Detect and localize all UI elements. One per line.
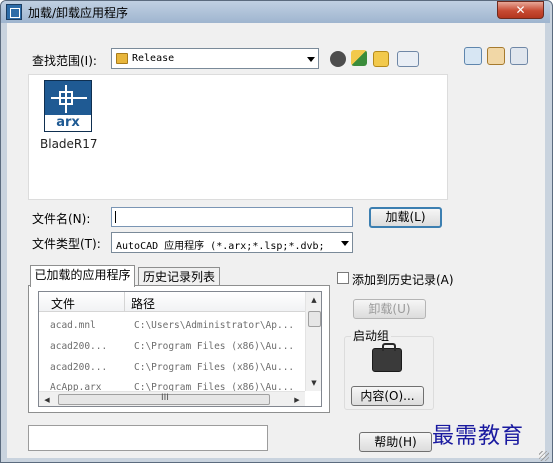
filename-input[interactable]: [111, 207, 353, 227]
search-icon[interactable]: [464, 47, 482, 65]
arx-icon-text: arx: [45, 115, 91, 131]
arx-file-icon[interactable]: arx: [44, 80, 92, 132]
startup-suite-label: 启动组: [351, 327, 392, 344]
chevron-down-icon: [341, 241, 349, 246]
list-item-file: AcApp.arx: [50, 382, 102, 391]
status-field: [28, 425, 268, 451]
resize-grip-icon[interactable]: [539, 451, 549, 461]
filetype-value: AutoCAD 应用程序 (*.arx;*.lsp;*.dvb;: [116, 241, 325, 252]
help-button[interactable]: 帮助(H): [359, 432, 432, 452]
text-caret: [115, 211, 116, 223]
appload-icon: [6, 4, 22, 20]
new-folder-icon[interactable]: [373, 51, 389, 67]
column-header-path[interactable]: 路径: [131, 295, 155, 312]
filetype-combo[interactable]: AutoCAD 应用程序 (*.arx;*.lsp;*.dvb;: [111, 232, 353, 253]
list-item-path: C:\Program Files (x86)\Au...: [134, 382, 295, 391]
list-item-path: C:\Users\Administrator\Ap...: [134, 320, 295, 331]
views-icon[interactable]: [397, 51, 419, 67]
column-header-file[interactable]: 文件: [51, 295, 75, 312]
watermark-text: 最需教育: [432, 424, 525, 449]
arx-cross-h: [51, 97, 87, 99]
list-item-file: acad200...: [50, 362, 108, 373]
lookin-combo[interactable]: Release: [111, 48, 319, 69]
column-separator[interactable]: [124, 292, 125, 312]
vertical-scrollbar[interactable]: ▲ ▼: [305, 292, 321, 391]
chevron-down-icon: [307, 57, 315, 62]
tab-loaded-apps[interactable]: 已加载的应用程序: [30, 265, 135, 287]
up-folder-icon[interactable]: [351, 50, 367, 66]
arx-cross-v: [65, 85, 67, 113]
list-item-file: acad.mnl: [50, 320, 96, 331]
contents-button[interactable]: 内容(O)...: [351, 386, 424, 406]
filename-label: 文件名(N):: [32, 212, 91, 226]
briefcase-icon: [372, 343, 402, 372]
lookin-value: Release: [132, 53, 175, 64]
scroll-right-icon[interactable]: ▶: [289, 392, 305, 406]
back-icon[interactable]: [330, 51, 346, 67]
list-item[interactable]: acad200... C:\Program Files (x86)\Au...: [39, 337, 305, 357]
list-item[interactable]: acad200... C:\Program Files (x86)\Au...: [39, 358, 305, 378]
list-item-file: acad200...: [50, 341, 108, 352]
scroll-left-icon[interactable]: ◀: [39, 392, 55, 406]
file-item-label[interactable]: BladeR17: [40, 137, 98, 151]
add-to-history-checkbox[interactable]: [337, 272, 349, 284]
tab-history-list[interactable]: 历史记录列表: [138, 267, 220, 287]
tools-icon[interactable]: [510, 47, 528, 65]
unload-button[interactable]: 卸载(U): [353, 299, 426, 319]
scroll-grip-icon: III: [161, 393, 169, 403]
list-item[interactable]: acad.mnl C:\Users\Administrator\Ap...: [39, 316, 305, 336]
list-item-path: C:\Program Files (x86)\Au...: [134, 341, 295, 352]
loaded-apps-list[interactable]: 文件 路径 acad.mnl C:\Users\Administrator\Ap…: [38, 291, 322, 407]
list-item-path: C:\Program Files (x86)\Au...: [134, 362, 295, 373]
lookin-label: 查找范围(I):: [32, 54, 97, 68]
window-title: 加载/卸载应用程序: [28, 6, 129, 20]
scroll-up-icon[interactable]: ▲: [306, 292, 321, 308]
load-button[interactable]: 加载(L): [369, 207, 442, 228]
folder-icon: [116, 53, 128, 64]
list-item[interactable]: AcApp.arx C:\Program Files (x86)\Au...: [39, 378, 305, 391]
vertical-scroll-thumb[interactable]: [308, 311, 321, 327]
add-to-history-label[interactable]: 添加到历史记录(A): [352, 271, 454, 288]
scroll-down-icon[interactable]: ▼: [306, 375, 321, 391]
filetype-label: 文件类型(T):: [32, 237, 101, 251]
horizontal-scrollbar[interactable]: ◀ III ▶: [39, 391, 305, 406]
horizontal-scroll-thumb[interactable]: III: [58, 393, 270, 405]
close-button[interactable]: ✕: [497, 1, 544, 19]
delete-icon[interactable]: [487, 47, 505, 65]
list-header: 文件 路径: [39, 292, 305, 312]
